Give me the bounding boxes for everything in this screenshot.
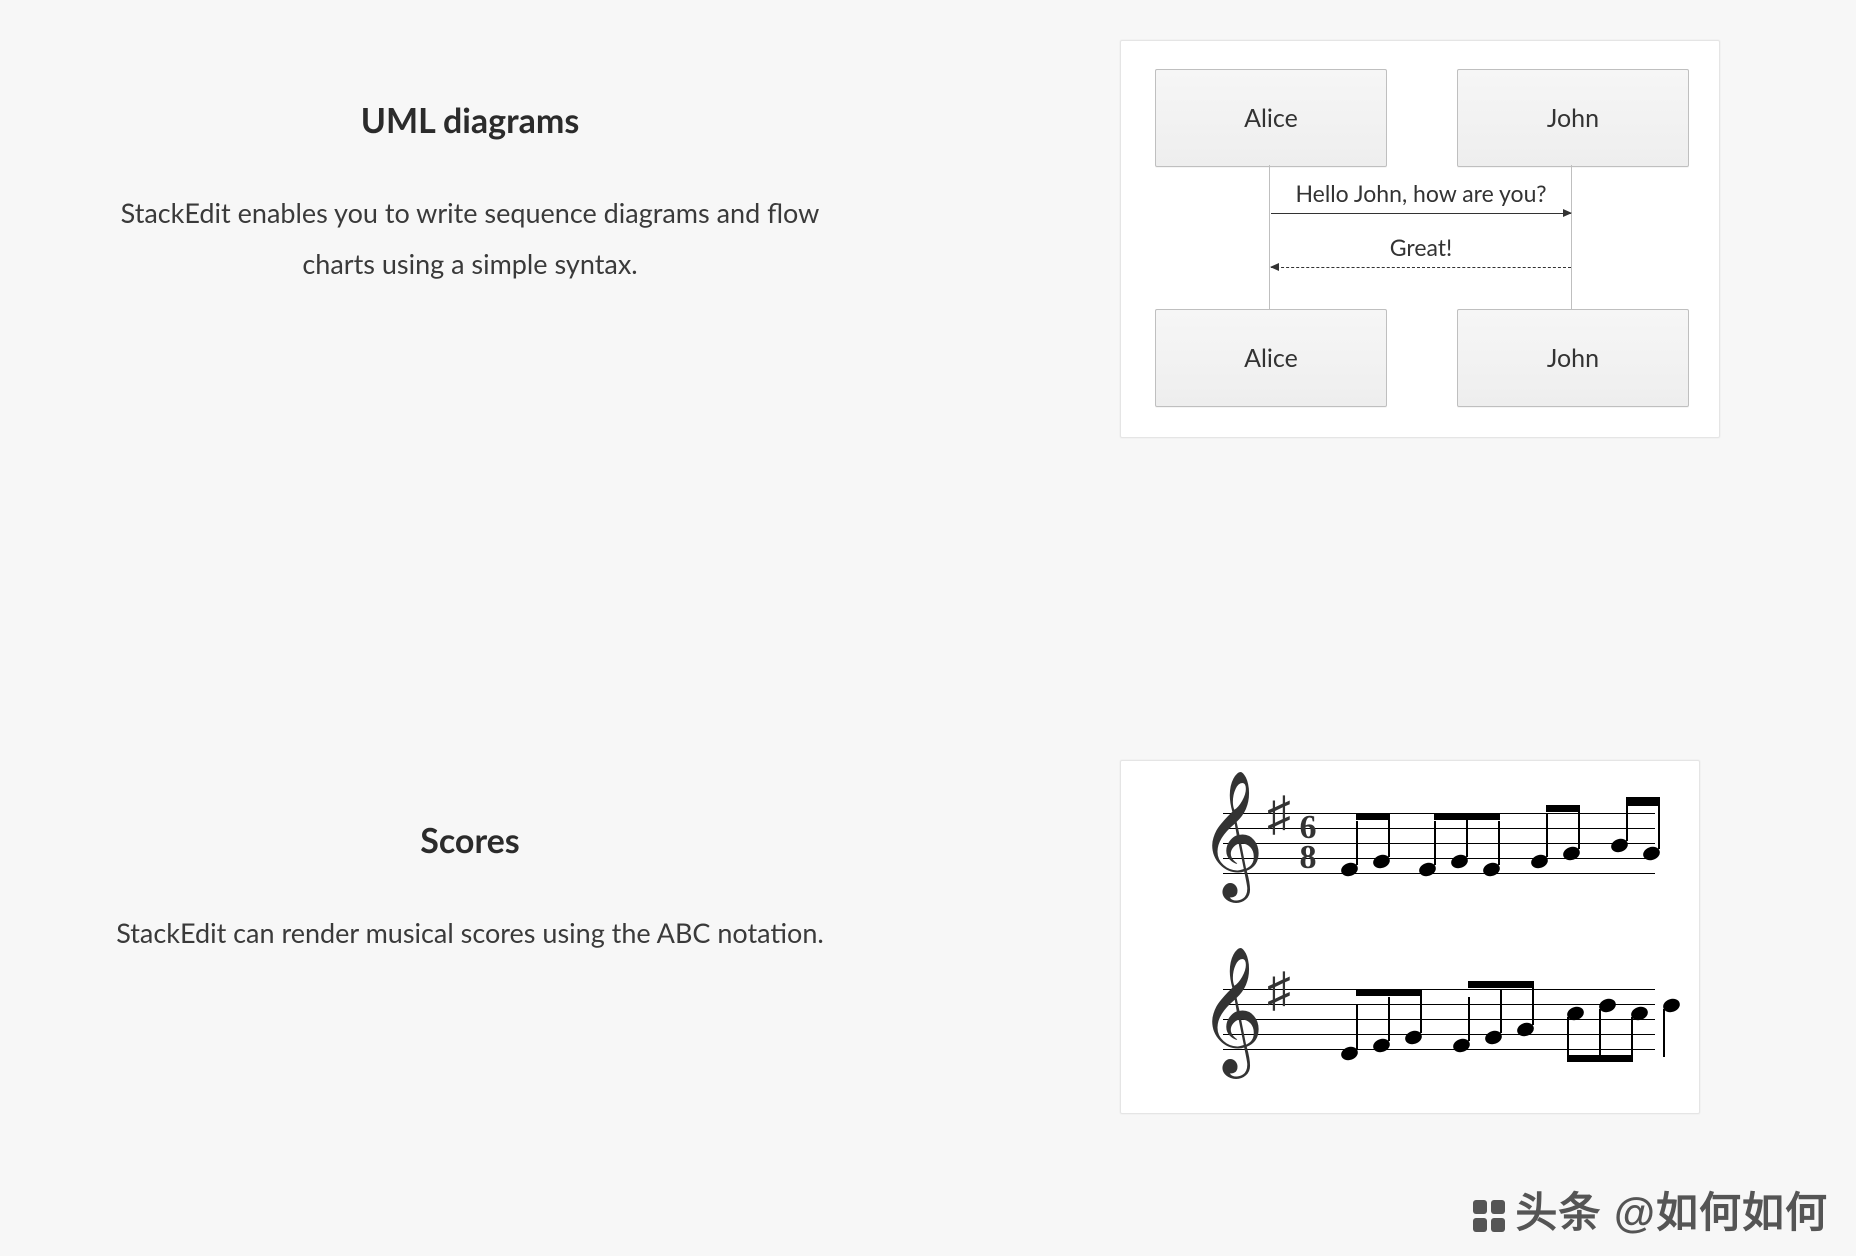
scores-description: StackEdit can render musical scores usin… <box>110 907 830 958</box>
watermark: 头条 @如何如何 <box>1469 1179 1828 1240</box>
uml-lifeline-john <box>1571 165 1572 309</box>
uml-text: UML diagrams StackEdit enables you to wr… <box>0 40 940 290</box>
watermark-text: 头条 @如何如何 <box>1515 1189 1828 1236</box>
uml-heading: UML diagrams <box>0 100 940 141</box>
uml-actor-alice-top: Alice <box>1155 69 1387 167</box>
uml-message-1-label: Hello John, how are you? <box>1271 179 1571 207</box>
time-signature: 6 8 <box>1295 813 1321 873</box>
treble-clef-icon: 𝄞 <box>1199 779 1264 889</box>
sharp-icon: ♯ <box>1267 963 1291 1018</box>
sharp-icon: ♯ <box>1267 787 1291 842</box>
uml-actor-john-top: John <box>1457 69 1689 167</box>
score-staff-2: 𝄞 ♯ <box>1165 961 1655 1077</box>
uml-actor-alice-bottom: Alice <box>1155 309 1387 407</box>
uml-sequence-diagram: Alice John Hello John, how are you? Grea… <box>1155 69 1687 409</box>
score-staff-2-notes <box>1335 989 1655 1049</box>
uml-message-1-arrow <box>1271 213 1571 214</box>
uml-actor-john-bottom: John <box>1457 309 1689 407</box>
watermark-logo-icon <box>1469 1196 1509 1236</box>
uml-diagram-card: Alice John Hello John, how are you? Grea… <box>1120 40 1720 438</box>
uml-message-2-arrow <box>1271 267 1571 268</box>
time-sig-bottom: 8 <box>1295 843 1321 873</box>
scores-heading: Scores <box>0 820 940 861</box>
uml-message-2-label: Great! <box>1271 233 1571 261</box>
score-staff-1-notes <box>1335 813 1655 873</box>
section-scores: Scores StackEdit can render musical scor… <box>0 760 1856 1114</box>
scores-card: 𝄞 ♯ 6 8 <box>1120 760 1700 1114</box>
uml-description: StackEdit enables you to write sequence … <box>110 187 830 290</box>
scores-text: Scores StackEdit can render musical scor… <box>0 760 940 958</box>
section-uml: UML diagrams StackEdit enables you to wr… <box>0 40 1856 438</box>
score-staff-1: 𝄞 ♯ 6 8 <box>1165 785 1655 901</box>
uml-lifeline-alice <box>1269 165 1270 309</box>
treble-clef-icon: 𝄞 <box>1199 955 1264 1065</box>
